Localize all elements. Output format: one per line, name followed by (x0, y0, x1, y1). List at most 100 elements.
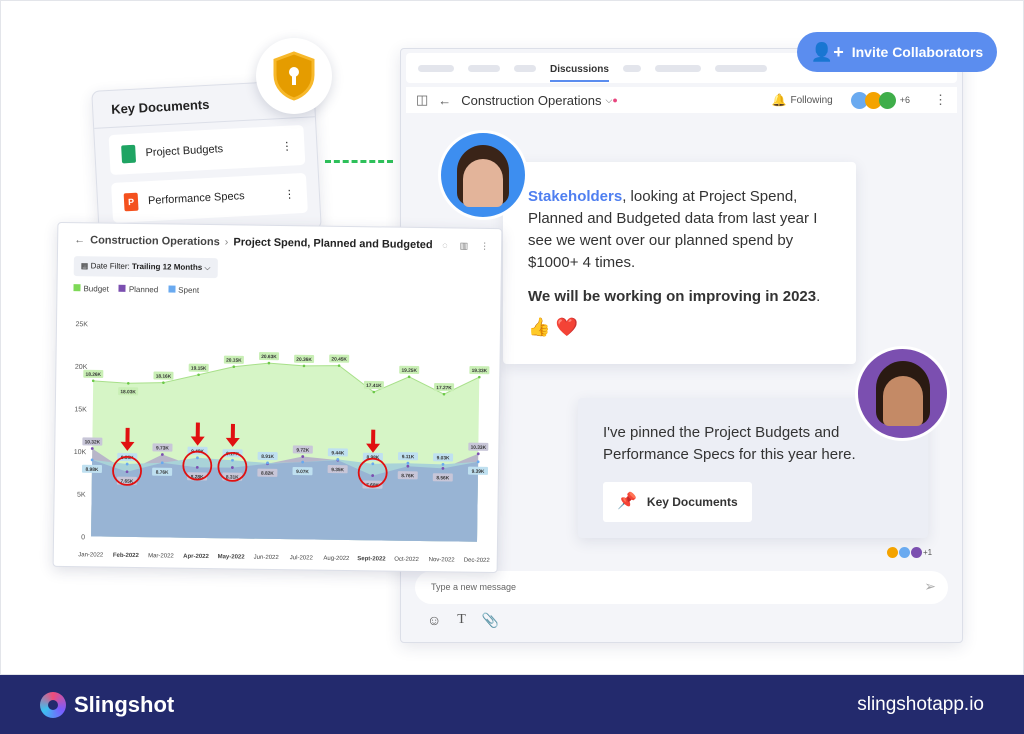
document-performance-specs[interactable]: P Performance Specs ⋮ (111, 172, 308, 223)
extra-members-count: +6 (899, 95, 910, 105)
y-tick-label: 5K (77, 492, 86, 499)
message-bold-text: We will be working on improving in 2023 (528, 288, 817, 305)
avatar-sender-2 (855, 346, 950, 441)
send-icon[interactable]: ➢ (924, 578, 936, 595)
spent-data-label: 9.07K (296, 469, 309, 475)
tab-placeholder[interactable] (514, 64, 536, 72)
slingshot-logo[interactable]: Slingshot (40, 691, 175, 718)
more-options-icon[interactable]: ⋮ (281, 139, 293, 153)
spent-data-label: 9.11K (402, 454, 415, 460)
back-arrow-icon[interactable]: ← (438, 93, 451, 108)
overlap-area (91, 459, 479, 542)
punctuation: . (816, 288, 821, 305)
key-documents-label: Key Documents (646, 495, 738, 509)
sheets-icon (121, 144, 137, 164)
budget-data-label: 19.25K (401, 368, 417, 374)
x-tick-label: Sept-2022 (357, 556, 386, 562)
spent-data-label: 9.03K (437, 455, 450, 461)
slides-icon: P (123, 192, 139, 212)
budget-data-label: 19.15K (191, 366, 207, 372)
planned-data-label: 10.33K (471, 445, 487, 451)
budget-data-label: 17.41K (366, 383, 382, 389)
avatar (878, 91, 896, 109)
document-name: Performance Specs (147, 190, 245, 208)
tab-discussions[interactable]: Discussions (550, 55, 609, 82)
tab-placeholder[interactable] (714, 64, 767, 72)
tab-placeholder[interactable] (418, 64, 454, 72)
spent-data-label: 9.39K (472, 469, 485, 475)
dashed-connector (325, 160, 393, 163)
budget-data-label: 18.16K (156, 374, 172, 380)
x-tick-label: Oct-2022 (394, 557, 419, 563)
planned-data-label: 9.35K (331, 467, 344, 473)
document-project-budgets[interactable]: Project Budgets ⋮ (108, 124, 306, 176)
shield-lock-icon (273, 51, 315, 101)
add-user-icon: 👤+ (810, 41, 844, 62)
x-tick-label: Feb-2022 (113, 553, 140, 559)
chevron-down-icon[interactable]: ⌵● (605, 95, 617, 106)
composer-toolbar: ☺ T 📎 (427, 612, 499, 629)
budget-data-label: 20.15K (226, 358, 242, 364)
x-tick-label: Nov-2022 (429, 557, 456, 563)
spent-data-label: 9.44K (331, 450, 344, 456)
x-tick-label: Dec-2022 (464, 558, 491, 564)
key-documents-button[interactable]: 📌 Key Documents (603, 482, 752, 522)
budget-data-label: 18.26K (86, 372, 102, 378)
tab-placeholder[interactable] (654, 64, 701, 72)
brand-name: Slingshot (74, 691, 175, 717)
invite-label: Invite Collaborators (851, 44, 984, 60)
x-tick-label: Jun-2022 (254, 555, 280, 561)
budget-data-label: 20.36K (296, 357, 312, 363)
heart-reaction[interactable]: ❤️ (555, 317, 577, 337)
following-label[interactable]: Following (790, 95, 832, 106)
message-text: I've pinned the Project Budgets and Perf… (603, 424, 856, 463)
security-badge (256, 38, 332, 114)
y-tick-label: 0 (81, 534, 85, 541)
pin-icon: 📌 (617, 493, 637, 510)
attach-icon[interactable]: 📎 (482, 612, 499, 629)
x-tick-label: May-2022 (218, 554, 246, 560)
document-name: Project Budgets (145, 143, 224, 160)
avatar-sender-1 (438, 130, 528, 220)
planned-data-label: 8.82K (261, 471, 274, 477)
panel-toggle-icon[interactable]: ◫ (416, 92, 428, 108)
bell-icon[interactable]: 🔔 (772, 93, 787, 107)
mention-link[interactable]: Stakeholders (528, 188, 622, 205)
avatar (887, 547, 898, 558)
thumbs-up-reaction[interactable]: 👍 (528, 317, 550, 337)
seen-extra-count: +1 (923, 548, 933, 557)
area-chart: 05K10K15K20K25KJan-2022 Feb-2022 Mar-2022 A… (74, 321, 491, 564)
planned-data-label: 9.73K (156, 445, 169, 451)
y-tick-label: 15K (74, 406, 87, 413)
x-tick-label: Mar-2022 (148, 553, 174, 559)
message-stakeholders: Stakeholders, looking at Project Spend, … (503, 162, 856, 364)
planned-data-label: 9.72K (296, 447, 309, 453)
emoji-icon[interactable]: ☺ (427, 612, 441, 629)
message-input[interactable]: Type a new message ➢ (415, 571, 948, 604)
budget-data-label: 17.27K (436, 385, 452, 391)
invite-collaborators-button[interactable]: 👤+ Invite Collaborators (797, 32, 997, 72)
tab-placeholder[interactable] (468, 64, 500, 72)
key-documents-title: Key Documents (110, 96, 210, 117)
more-options-icon[interactable]: ⋮ (284, 187, 296, 201)
slingshot-logo-icon (40, 691, 66, 718)
seen-by[interactable]: +1 (887, 547, 932, 558)
website-link[interactable]: slingshotapp.io (857, 694, 984, 716)
text-format-icon[interactable]: T (457, 612, 466, 629)
y-tick-label: 10K (74, 449, 87, 456)
budget-data-label: 19.33K (472, 368, 488, 374)
budget-data-label: 20.63K (261, 354, 277, 360)
budget-data-label: 18.03K (120, 389, 136, 395)
x-tick-label: Jul-2022 (290, 555, 314, 561)
planned-data-label: 8.76K (401, 473, 414, 479)
tab-placeholder[interactable] (622, 64, 641, 72)
spent-data-label: 8.91K (261, 454, 274, 460)
more-options-icon[interactable]: ⋮ (934, 92, 947, 108)
spent-data-label: 8.98K (86, 467, 99, 473)
discussion-title: Construction Operations (461, 92, 602, 108)
x-tick-label: Aug-2022 (323, 556, 350, 562)
budget-data-label: 20.45K (331, 357, 347, 363)
footer-banner: Slingshot slingshotapp.io (0, 675, 1024, 734)
x-tick-label: Apr-2022 (183, 554, 209, 560)
member-avatars[interactable] (850, 91, 896, 109)
